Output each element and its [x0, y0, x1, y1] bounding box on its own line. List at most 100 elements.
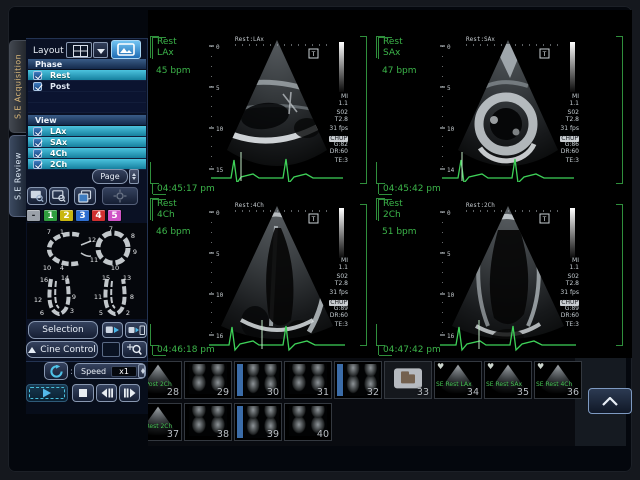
score-button-3[interactable]: 3 [75, 209, 90, 222]
loop-icon [49, 365, 64, 378]
send-to-clipboard-button[interactable] [125, 322, 147, 338]
cine-control-button[interactable]: Cine Control [26, 341, 98, 358]
phase-item-rest[interactable]: Rest [28, 70, 146, 81]
loop-mode-button[interactable] [44, 362, 68, 380]
quadrant-rest-sax[interactable]: RestSAx 47 bpm 04:45:42 pm [374, 24, 626, 196]
layout-dropdown-button[interactable] [93, 42, 108, 58]
svg-text:0: 0 [447, 44, 451, 51]
thumbnail-number: 38 [217, 429, 229, 440]
chevron-up-icon [602, 397, 618, 406]
score-button-row: - 1 2 3 4 5 [26, 209, 148, 223]
thumbnail-35[interactable]: SE Rest SAx35 [484, 361, 532, 399]
play-button[interactable] [26, 384, 68, 402]
page-spinner[interactable] [129, 169, 139, 184]
frame-bracket [376, 162, 385, 184]
next-frame-button[interactable] [119, 384, 140, 402]
svg-text:15: 15 [216, 167, 224, 174]
checkbox-sax[interactable] [33, 138, 42, 147]
view-item-4ch[interactable]: 4Ch [28, 148, 146, 159]
step-forward-icon [124, 388, 136, 398]
tech-readout: MI1.1 S02T2.8 31 fps CHUP G:82DR:60 TE:3 [306, 94, 348, 165]
svg-text:5: 5 [216, 85, 220, 92]
zoom-image-outline-button[interactable] [49, 187, 69, 205]
image-icon [117, 43, 135, 56]
send-image-button[interactable] [102, 322, 123, 338]
thumbnail-29[interactable]: 29 [184, 361, 232, 399]
heart-icon [437, 362, 444, 371]
speed-value[interactable]: x1 [111, 366, 137, 377]
stop-button[interactable] [72, 384, 94, 402]
checkbox-lax[interactable] [33, 127, 42, 136]
capture-image-button[interactable] [111, 40, 141, 59]
selection-button[interactable]: Selection [28, 321, 98, 339]
thumbnail-28[interactable]: SE Post 2Ch28 [148, 361, 182, 399]
quadrant-label: RestSAx [378, 37, 403, 59]
quadrant-rest-2ch[interactable]: Rest2Ch 51 bpm 04:47:42 pm [374, 196, 626, 358]
score-button-1[interactable]: 1 [43, 209, 58, 222]
tab-se-review[interactable]: S.E Review [9, 135, 26, 217]
thumbnail-30[interactable]: 30 [234, 361, 282, 399]
tech-readout: MI1.1 S02T2.8 31 fps CHUP G:89DR:60 TE:3 [306, 258, 348, 329]
svg-text:0: 0 [216, 44, 220, 51]
thumbnail-number: 35 [517, 387, 529, 398]
previous-frame-button[interactable] [96, 384, 117, 402]
layout-label: Layout [33, 46, 64, 56]
image-arrow-clipboard-icon [128, 325, 145, 336]
svg-text:7: 7 [47, 228, 51, 236]
view-4ch-label: 4Ch [50, 149, 67, 158]
thumbnail-31[interactable]: 31 [284, 361, 332, 399]
speed-spinner[interactable] [138, 364, 145, 378]
svg-text:8: 8 [130, 293, 134, 301]
layers-button[interactable] [74, 187, 96, 205]
heart-icon [487, 362, 494, 371]
grayscale-bar [570, 42, 575, 92]
thumbnail-scroll-up-button[interactable] [588, 388, 632, 414]
checkbox-rest[interactable] [33, 71, 42, 80]
phase-item-post[interactable]: Post [28, 81, 146, 92]
pan-zoom-button[interactable] [122, 341, 147, 358]
phase-empty-row [28, 103, 146, 113]
svg-text:10: 10 [447, 292, 455, 299]
grayscale-bar [339, 208, 344, 258]
quadrant-rest-lax[interactable]: RestLAx 45 bpm 04:45:17 pm [148, 24, 370, 196]
control-panel: Layout Phase Rest Post View LAx [26, 38, 148, 362]
checkbox-post[interactable] [33, 82, 42, 91]
svg-text:2: 2 [126, 309, 130, 317]
thumbnail-34[interactable]: SE Rest LAx34 [434, 361, 482, 399]
thumbnail-36[interactable]: SE Rest 4Ch36 [534, 361, 582, 399]
score-button-4[interactable]: 4 [91, 209, 106, 222]
thumbnail-37[interactable]: SE Rest 2Ch37 [148, 403, 182, 441]
tab-se-acquisition[interactable]: S.E Acquisition [9, 40, 26, 133]
checkbox-2ch[interactable] [33, 160, 42, 169]
thumbnail-number: 36 [567, 387, 579, 398]
heart-icon [537, 362, 544, 371]
svg-text:5: 5 [216, 251, 220, 258]
phase-empty-row [28, 92, 146, 103]
score-button-none[interactable]: - [26, 209, 41, 222]
image-arrow-icon [105, 325, 120, 335]
thumbnail-number: 40 [317, 429, 329, 440]
thumbnail-38[interactable]: 38 [184, 403, 232, 441]
thumbnail-32[interactable]: 32 [334, 361, 382, 399]
view-item-lax[interactable]: LAx [28, 126, 146, 137]
view-item-2ch[interactable]: 2Ch [28, 159, 146, 170]
checkbox-4ch[interactable] [33, 149, 42, 158]
layout-grid-icon[interactable] [66, 42, 92, 58]
target-button[interactable] [102, 187, 138, 205]
score-button-5[interactable]: 5 [107, 209, 122, 222]
zoom-image-button[interactable] [27, 187, 47, 205]
thumbnail-number: 30 [267, 387, 279, 398]
frame-line [622, 204, 623, 346]
thumbnail-33[interactable]: 33 [384, 361, 432, 399]
svg-text:11: 11 [94, 293, 102, 301]
image-zoom-icon [30, 190, 44, 202]
thumbnail-39[interactable]: 39 [234, 403, 282, 441]
page-button[interactable]: Page [92, 169, 128, 184]
thumbnail-40[interactable]: 40 [284, 403, 332, 441]
view-item-sax[interactable]: SAx [28, 137, 146, 148]
svg-text:16: 16 [40, 276, 48, 284]
image-title: Rest:LAx [235, 36, 264, 43]
score-button-2[interactable]: 2 [59, 209, 74, 222]
quadrant-rest-4ch[interactable]: Rest4Ch 46 bpm 04:46:18 pm [148, 196, 370, 358]
frame-line [622, 36, 623, 184]
